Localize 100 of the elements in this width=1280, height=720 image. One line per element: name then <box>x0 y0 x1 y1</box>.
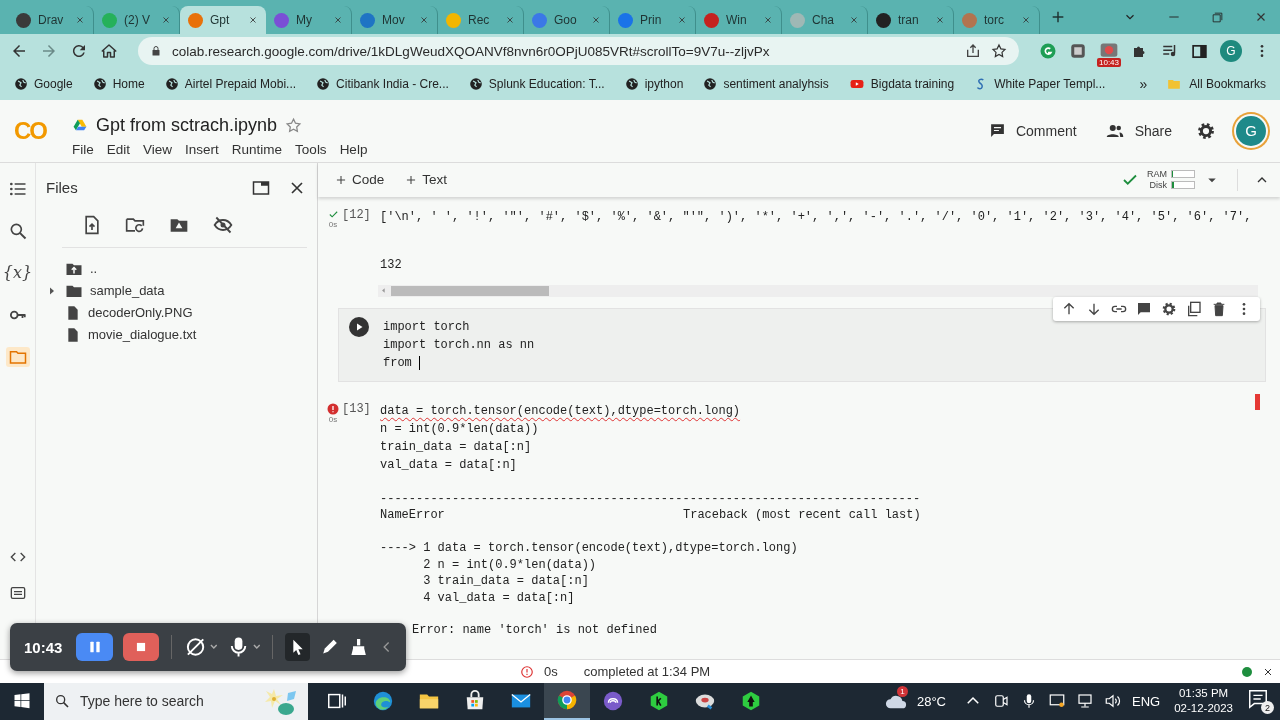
home-icon[interactable] <box>100 42 118 60</box>
comment-icon[interactable] <box>1136 300 1152 317</box>
site-icon <box>188 12 203 28</box>
pointer-icon[interactable] <box>284 633 311 661</box>
menu-item[interactable]: Help <box>339 141 368 157</box>
tree-entry[interactable]: movie_dialogue.txt <box>46 323 307 346</box>
bookmark[interactable]: Bigdata training <box>848 77 955 91</box>
language-indicator[interactable]: ENG <box>1132 694 1161 709</box>
extension-icon[interactable] <box>1069 42 1087 60</box>
code-line[interactable]: data = torch.tensor(encode(text),dtype=torch.long) <box>380 401 741 420</box>
notification-button[interactable]: 2 <box>1247 688 1274 715</box>
menu-item[interactable]: Tools <box>295 141 327 157</box>
lock-icon <box>150 45 162 57</box>
more-bookmarks[interactable]: » <box>1139 76 1148 92</box>
menu-item[interactable]: View <box>143 141 173 157</box>
menu-item[interactable]: Edit <box>106 141 131 157</box>
site-icon <box>962 12 977 28</box>
scrollbar-thumb[interactable] <box>391 285 549 296</box>
notebook-title[interactable]: Gpt from sctrach.ipynb <box>96 114 278 136</box>
reload-icon[interactable] <box>70 42 88 60</box>
code-line[interactable]: ['\n', ' ', '!', '"', '#', '$', '%', '&', "'", ')', '*', '+', ',', '-', '.', '/', '0', '1', '2', '3', '4', '5', '6', '7', <box>380 207 1252 226</box>
settings-icon[interactable] <box>1161 300 1177 317</box>
user-avatar[interactable]: G <box>1236 115 1266 146</box>
code-line[interactable]: train_data = data[:n] <box>380 437 741 456</box>
code-line[interactable]: from <box>383 353 535 372</box>
menu-item[interactable]: Runtime <box>231 141 283 157</box>
code-line[interactable]: n = int(0.9*len(data)) <box>380 419 741 438</box>
terminal-icon[interactable] <box>8 585 27 602</box>
bookmark[interactable]: Google <box>14 77 73 91</box>
browser-tab[interactable]: Gpt <box>180 6 266 34</box>
forward-icon[interactable] <box>40 42 58 60</box>
tree-entry[interactable]: sample_data <box>46 279 307 302</box>
hexagon-icon[interactable] <box>648 690 670 713</box>
add-cell-button[interactable]: Code <box>334 172 385 188</box>
menu-item[interactable]: File <box>72 141 94 157</box>
bookmark[interactable]: Home <box>92 77 145 91</box>
side-panel-icon[interactable] <box>1191 42 1208 60</box>
share-icon[interactable] <box>965 43 981 59</box>
upload-file-icon[interactable] <box>82 214 102 235</box>
badge-label: 10:43 <box>1097 58 1122 67</box>
extension-icon[interactable] <box>1039 42 1057 60</box>
star-icon[interactable] <box>285 116 303 134</box>
run-time: 0s <box>328 219 338 229</box>
settings-icon[interactable] <box>1196 120 1216 141</box>
comment-button[interactable]: Comment <box>984 118 1081 144</box>
site-icon <box>102 12 117 28</box>
search-input[interactable]: Type here to search <box>80 693 254 710</box>
bookmark[interactable]: ipython <box>624 77 684 91</box>
clock[interactable]: 01:35 PM 02-12-2023 <box>1174 686 1233 717</box>
site-icon <box>274 12 289 28</box>
site-icon <box>16 12 31 28</box>
network-icon[interactable] <box>1076 692 1094 711</box>
search-field[interactable]: Type here to search <box>44 683 308 720</box>
code-line[interactable]: val_data = data[:n] <box>380 455 741 474</box>
code-line[interactable]: import torch.nn as nn <box>383 335 535 354</box>
traceback-line: 3 train_data = data[:n] <box>422 573 589 590</box>
bookmark[interactable]: Airtel Prepaid Mobi... <box>164 77 297 91</box>
new-tab-icon[interactable] <box>1050 9 1066 25</box>
window-icon[interactable] <box>251 178 271 197</box>
windows-logo-icon[interactable] <box>13 692 31 711</box>
clock-date: 02-12-2023 <box>1174 701 1233 717</box>
star-icon[interactable] <box>991 43 1007 59</box>
move-up-icon[interactable] <box>1061 300 1077 317</box>
address-bar[interactable]: colab.research.google.com/drive/1kDLgWeudXQOANVf8nvn6r0OPjU085VRt#scrollTo=9V7u--zljvPx <box>138 37 1019 65</box>
traceback-line: ----> 1 data = torch.tensor(encode(text),dtype=torch.long) <box>380 540 798 557</box>
tree-entry[interactable]: .. <box>46 257 307 280</box>
resource-meters[interactable]: RAM Disk <box>1147 169 1195 191</box>
camera-off-icon[interactable] <box>184 635 218 659</box>
browser-icon[interactable] <box>372 690 394 713</box>
bookmark[interactable]: sentiment analyhsis <box>703 77 829 91</box>
bookmark[interactable]: Citibank India - Cre... <box>316 77 449 91</box>
mirror-cell-icon[interactable] <box>1186 300 1202 317</box>
brush-icon[interactable] <box>349 637 369 657</box>
globe-icon <box>703 77 718 91</box>
site-icon <box>704 12 719 28</box>
tree-entry[interactable]: decoderOnly.PNG <box>46 301 307 324</box>
drive-icon <box>72 118 88 133</box>
chrome-icon[interactable] <box>556 689 578 712</box>
close-icon[interactable] <box>248 15 258 25</box>
swirl-icon[interactable] <box>602 690 624 713</box>
restore-icon[interactable] <box>1211 10 1224 24</box>
code-cell-editor[interactable]: import torch import torch.nn as nn from <box>338 307 1266 382</box>
error-marker <box>1255 393 1260 410</box>
add-cell-button[interactable]: Text <box>404 172 448 188</box>
bookmark[interactable]: Splunk Education: T... <box>468 77 605 91</box>
pause-button[interactable] <box>76 633 113 661</box>
hexagon-icon[interactable] <box>740 690 762 713</box>
eye-off-icon[interactable] <box>212 214 234 235</box>
stop-button[interactable] <box>122 633 160 661</box>
address-field[interactable]: colab.research.google.com/drive/1kDLgWeudXQOANVf8nvn6r0OPjU085VRt#scrollTo=9V7u--zljvPx <box>172 43 955 59</box>
code-line[interactable]: import torch <box>383 317 535 336</box>
sidebar-tab[interactable]: {x} <box>5 262 30 283</box>
menu-item[interactable]: Insert <box>185 141 219 157</box>
bookmark[interactable]: White Paper Templ... <box>974 77 1106 91</box>
horizontal-scrollbar[interactable] <box>378 284 1258 297</box>
run-button[interactable] <box>349 316 369 337</box>
bookmark-folder[interactable]: All Bookmarks <box>1167 77 1266 91</box>
profile-avatar[interactable]: G <box>1220 40 1242 62</box>
share-button[interactable]: Share <box>1100 117 1176 144</box>
delete-icon[interactable] <box>1211 300 1227 317</box>
